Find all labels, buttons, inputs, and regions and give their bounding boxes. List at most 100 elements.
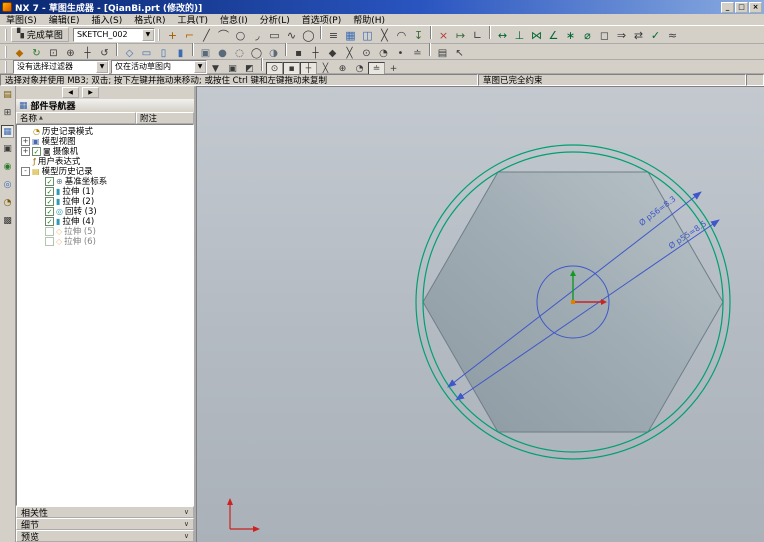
selection-scope-combo[interactable]: 仅在活动草图内 ▼: [111, 60, 207, 74]
chevron-down-icon[interactable]: ▼: [194, 61, 206, 73]
visibility-checkbox[interactable]: ✓: [45, 177, 54, 186]
expander-icon[interactable]: +: [21, 147, 30, 156]
restore-button[interactable]: □: [735, 2, 748, 13]
trimetric-view-icon[interactable]: ◇: [121, 47, 138, 61]
section-details[interactable]: 细节∨: [16, 518, 194, 530]
auto-dimension-icon[interactable]: ⌀: [579, 28, 596, 44]
close-button[interactable]: ×: [749, 2, 762, 13]
hd3d-tools-icon[interactable]: ◉: [1, 161, 14, 174]
toolbar-grip[interactable]: [5, 29, 8, 41]
line-icon[interactable]: ╱: [198, 28, 215, 44]
circle-icon[interactable]: ○: [232, 28, 249, 44]
mid-point-snap-icon[interactable]: ┼: [300, 62, 317, 75]
section-preview[interactable]: 预览∨: [16, 530, 194, 542]
front-view-icon[interactable]: ▯: [155, 47, 172, 61]
sketch-canvas[interactable]: Ø p56=8.3 Ø p55=8.5: [197, 87, 764, 542]
auto-constrain-icon[interactable]: ∗: [562, 28, 579, 44]
ellipse-icon[interactable]: ◯: [300, 28, 317, 44]
tree-item-extrude-1[interactable]: ✓▮拉伸 (1): [17, 186, 193, 196]
minimize-button[interactable]: _: [721, 2, 734, 13]
tree-item-extrude-2[interactable]: ✓▮拉伸 (2): [17, 196, 193, 206]
zoom-icon[interactable]: ⊕: [62, 47, 79, 61]
sketch-point-icon[interactable]: +: [164, 28, 181, 44]
continuous-auto-dimension-icon[interactable]: ≈: [664, 28, 681, 44]
expander-icon[interactable]: +: [21, 137, 30, 146]
visibility-checkbox[interactable]: ✓: [45, 187, 54, 196]
tree-item-model-views[interactable]: +▣模型视图: [17, 136, 193, 146]
menu-help[interactable]: 帮助(H): [347, 13, 391, 26]
section-dependencies[interactable]: 相关性∨: [16, 506, 194, 518]
fillet-icon[interactable]: ◞: [249, 28, 266, 44]
snap-point-on-curve-icon[interactable]: ≐: [409, 47, 426, 61]
selection-filter-combo[interactable]: 没有选择过滤器 ▼: [13, 60, 109, 74]
visibility-checkbox[interactable]: [45, 237, 54, 246]
alternate-solution-icon[interactable]: ⇄: [630, 28, 647, 44]
pager-left-button[interactable]: ◀: [62, 87, 79, 98]
menu-information[interactable]: 信息(I): [214, 13, 254, 26]
mirror-curve-icon[interactable]: ◫: [359, 28, 376, 44]
refresh-icon[interactable]: ↻: [28, 47, 45, 61]
graphics-window[interactable]: Ø p56=8.3 Ø p55=8.5: [196, 86, 764, 542]
rectangle-icon[interactable]: ▭: [266, 28, 283, 44]
tree-item-extrude-5[interactable]: ◇拉伸 (5): [17, 226, 193, 236]
chevron-down-icon[interactable]: ▼: [96, 61, 108, 73]
constraint-navigator-icon[interactable]: ⊞: [1, 107, 14, 120]
finish-sketch-button[interactable]: ▚ 完成草图: [11, 27, 69, 42]
visibility-checkbox[interactable]: [45, 227, 54, 236]
show-no-constraints-icon[interactable]: ◻: [596, 28, 613, 44]
quick-extend-icon[interactable]: ↦: [452, 28, 469, 44]
profile-icon[interactable]: ⌐: [181, 28, 198, 44]
reuse-library-icon[interactable]: ▣: [1, 143, 14, 156]
visibility-checkbox[interactable]: ✓: [45, 217, 54, 226]
end-point-snap-icon[interactable]: ▪: [283, 62, 300, 75]
menu-preferences[interactable]: 首选项(P): [296, 13, 347, 26]
part-navigator-icon[interactable]: ▦: [1, 125, 14, 138]
toolbar-grip[interactable]: [5, 61, 8, 73]
fit-view-icon[interactable]: ⊡: [45, 47, 62, 61]
visibility-checkbox[interactable]: ✓: [45, 207, 54, 216]
snap-point-enable-icon[interactable]: ⊙: [266, 62, 283, 75]
rapid-dimension-icon[interactable]: ↔: [494, 28, 511, 44]
toolbar-grip[interactable]: [158, 29, 161, 41]
menu-analysis[interactable]: 分析(L): [254, 13, 296, 26]
menu-tools[interactable]: 工具(T): [172, 13, 215, 26]
pager-right-button[interactable]: ▶: [82, 87, 99, 98]
pattern-curve-icon[interactable]: ▦: [342, 28, 359, 44]
tree-item-extrude-4[interactable]: ✓▮拉伸 (4): [17, 216, 193, 226]
geometric-constraints-icon[interactable]: ⊥: [511, 28, 528, 44]
tree-item-revolve-3[interactable]: ✓◎回转 (3): [17, 206, 193, 216]
rotate-view-icon[interactable]: ↺: [96, 47, 113, 61]
visibility-checkbox[interactable]: ✓: [45, 197, 54, 206]
arc-icon[interactable]: ⌒: [215, 28, 232, 44]
intersection-curve-icon[interactable]: ◠: [393, 28, 410, 44]
column-note[interactable]: 附注: [136, 112, 194, 124]
studio-spline-icon[interactable]: ∿: [283, 28, 300, 44]
sketch-name-combo[interactable]: SKETCH_002 ▼: [73, 28, 155, 42]
offset-curve-icon[interactable]: ≡: [325, 28, 342, 44]
work-layer-icon[interactable]: ▤: [434, 47, 451, 61]
tree-item-extrude-6[interactable]: ◇拉伸 (6): [17, 236, 193, 246]
project-curve-icon[interactable]: ↧: [410, 28, 427, 44]
title-bar[interactable]: NX 7 - 草图生成器 - [QianBi.prt (修改的)] _ □ ×: [0, 0, 764, 14]
web-browser-icon[interactable]: ◎: [1, 179, 14, 192]
toolbar-grip[interactable]: [5, 46, 8, 58]
history-palette-icon[interactable]: ◔: [1, 197, 14, 210]
make-symmetric-icon[interactable]: ⋈: [528, 28, 545, 44]
expander-icon[interactable]: -: [21, 167, 30, 176]
convert-to-reference-icon[interactable]: ⇒: [613, 28, 630, 44]
make-corner-icon[interactable]: ∟: [469, 28, 486, 44]
roles-icon[interactable]: ▩: [1, 215, 14, 228]
origin-point-icon[interactable]: [571, 300, 575, 304]
top-view-icon[interactable]: ▭: [138, 47, 155, 61]
menu-edit[interactable]: 编辑(E): [43, 13, 86, 26]
menu-sketch[interactable]: 草图(S): [0, 13, 43, 26]
display-sketch-constraints-icon[interactable]: ∠: [545, 28, 562, 44]
column-name[interactable]: 名称 ▲: [16, 112, 136, 124]
intersection-point-icon[interactable]: ╳: [376, 28, 393, 44]
pan-icon[interactable]: ┼: [79, 47, 96, 61]
tree-item-datum-csys[interactable]: ✓⊕基准坐标系: [17, 176, 193, 186]
menu-insert[interactable]: 插入(S): [85, 13, 128, 26]
inferred-constraints-icon[interactable]: ✓: [647, 28, 664, 44]
right-view-icon[interactable]: ▮: [172, 47, 189, 61]
move-object-icon[interactable]: ↖: [451, 47, 468, 61]
